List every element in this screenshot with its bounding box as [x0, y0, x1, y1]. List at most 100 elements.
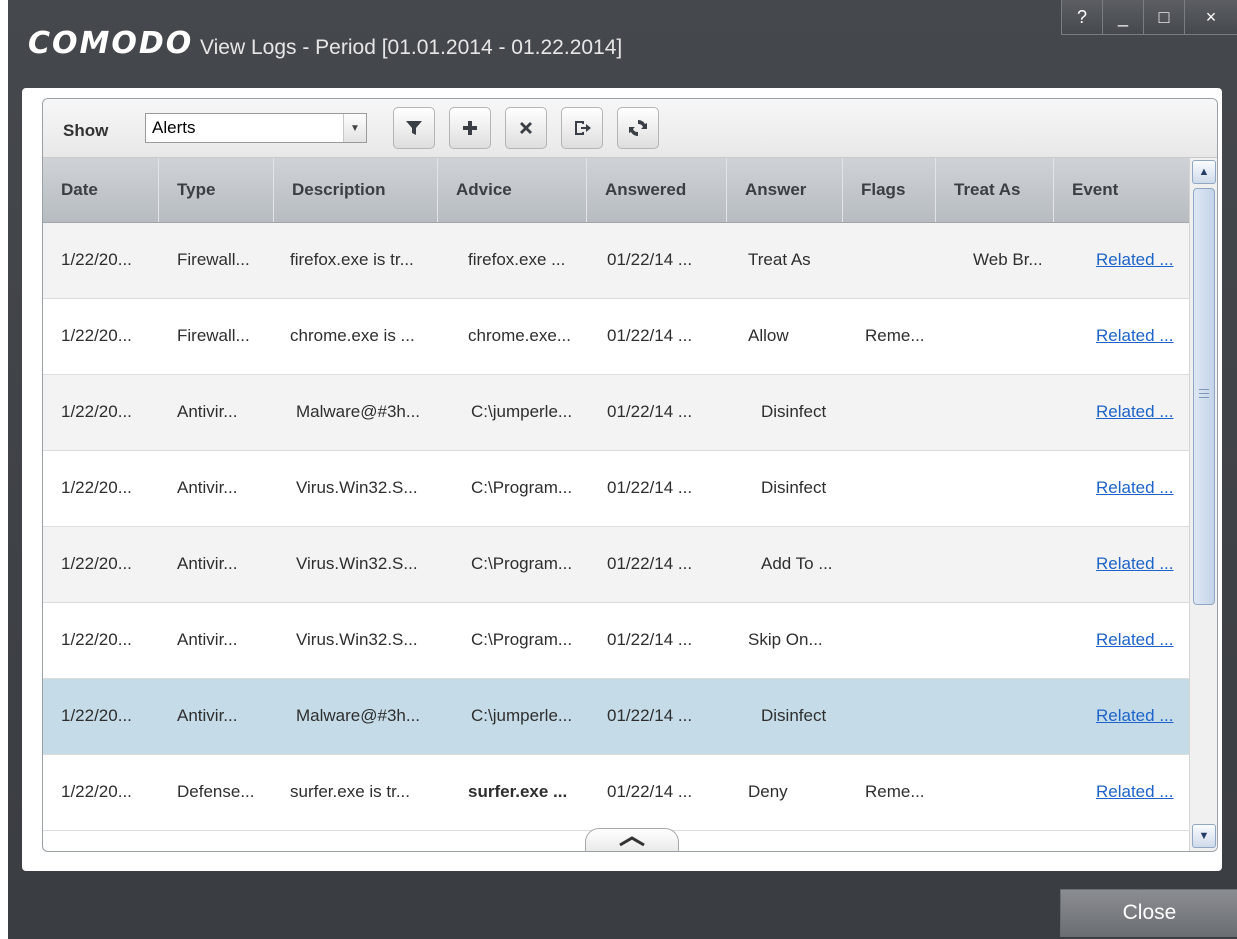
column-header-treat-as[interactable]: Treat As	[936, 158, 1054, 222]
cell-answered: 01/22/14 ...	[607, 326, 693, 345]
cell-advice: firefox.exe ...	[468, 250, 566, 269]
column-header-answered[interactable]: Answered	[587, 158, 727, 222]
related-events-link[interactable]: Related ...	[1096, 451, 1174, 525]
cell-type: Antivir...	[177, 630, 238, 649]
cell-description: chrome.exe is ...	[290, 326, 415, 345]
table-row[interactable]: 1/22/20... Antivir... Virus.Win32.S... C…	[43, 451, 1189, 527]
cell-date: 1/22/20...	[61, 326, 132, 345]
cell-answer: Treat As	[748, 250, 811, 269]
add-button[interactable]	[449, 107, 491, 149]
toolbar: Show Alerts ▼	[43, 99, 1217, 158]
log-type-value: Alerts	[152, 118, 196, 137]
delete-icon	[520, 122, 532, 134]
cell-date: 1/22/20...	[61, 250, 132, 269]
scroll-down-arrow-icon[interactable]: ▼	[1192, 824, 1216, 848]
close-button[interactable]: Close	[1060, 889, 1237, 937]
related-events-link[interactable]: Related ...	[1096, 679, 1174, 753]
cell-date: 1/22/20...	[61, 630, 132, 649]
cell-description: Virus.Win32.S...	[296, 630, 418, 649]
chevron-down-icon[interactable]: ▼	[343, 114, 366, 142]
vertical-scrollbar[interactable]: ▲ ▼	[1189, 158, 1217, 851]
column-header-description[interactable]: Description	[274, 158, 438, 222]
cell-advice: C:\Program...	[471, 630, 573, 649]
cell-answered: 01/22/14 ...	[607, 250, 693, 269]
view-logs-window: COMODO View Logs - Period [01.01.2014 - …	[8, 0, 1237, 939]
cell-advice: C:\Program...	[471, 554, 573, 573]
thumb-grip	[1199, 389, 1209, 390]
cell-flags: Reme...	[865, 326, 925, 345]
column-header-type[interactable]: Type	[159, 158, 274, 222]
expand-panel-toggle[interactable]	[585, 828, 679, 851]
cell-type: Antivir...	[177, 478, 238, 497]
refresh-icon	[629, 119, 647, 137]
cell-type: Antivir...	[177, 554, 238, 573]
related-events-link[interactable]: Related ...	[1096, 755, 1174, 829]
cell-answered: 01/22/14 ...	[607, 402, 693, 421]
close-window-button[interactable]: ×	[1184, 0, 1237, 35]
help-button[interactable]: ?	[1061, 0, 1102, 35]
scrollbar-thumb[interactable]	[1193, 188, 1215, 605]
cell-advice: C:\Program...	[471, 478, 573, 497]
cell-type: Antivir...	[177, 402, 238, 421]
cell-answered: 01/22/14 ...	[607, 782, 693, 801]
cell-advice: chrome.exe...	[468, 326, 571, 345]
cell-date: 1/22/20...	[61, 554, 132, 573]
window-title: View Logs - Period [01.01.2014 - 01.22.2…	[200, 36, 623, 59]
cell-treat-as: Web Br...	[973, 250, 1043, 269]
column-header-advice[interactable]: Advice	[438, 158, 587, 222]
maximize-button[interactable]: □	[1143, 0, 1184, 35]
delete-button[interactable]	[505, 107, 547, 149]
cell-type: Antivir...	[177, 706, 238, 725]
column-header-answer[interactable]: Answer	[727, 158, 843, 222]
add-icon	[463, 121, 477, 135]
cell-flags: Reme...	[865, 782, 925, 801]
export-icon	[575, 121, 591, 135]
cell-description: Malware@#3h...	[296, 402, 421, 421]
related-events-link[interactable]: Related ...	[1096, 375, 1174, 449]
table-header: Date Type Description Advice Answered An…	[43, 158, 1189, 223]
cell-type: Firewall...	[177, 326, 250, 345]
related-events-link[interactable]: Related ...	[1096, 299, 1174, 373]
table-row[interactable]: 1/22/20... Firewall... firefox.exe is tr…	[43, 223, 1189, 299]
refresh-button[interactable]	[617, 107, 659, 149]
window-controls: ? _ □ ×	[1061, 0, 1237, 35]
table-row-selected[interactable]: 1/22/20... Antivir... Malware@#3h... C:\…	[43, 679, 1189, 755]
cell-description: Malware@#3h...	[296, 706, 421, 725]
cell-type: Firewall...	[177, 250, 250, 269]
scroll-up-arrow-icon[interactable]: ▲	[1192, 160, 1216, 184]
related-events-link[interactable]: Related ...	[1096, 603, 1174, 677]
filter-icon	[406, 121, 422, 135]
cell-date: 1/22/20...	[61, 478, 132, 497]
related-events-link[interactable]: Related ...	[1096, 223, 1174, 297]
cell-answer: Disinfect	[761, 402, 827, 421]
table-row[interactable]: 1/22/20... Antivir... Virus.Win32.S... C…	[43, 527, 1189, 603]
table-row[interactable]: 1/22/20... Defense... surfer.exe is tr..…	[43, 755, 1189, 831]
cell-description: firefox.exe is tr...	[290, 250, 414, 269]
cell-date: 1/22/20...	[61, 782, 132, 801]
cell-advice: C:\jumperle...	[471, 706, 573, 725]
title-bar[interactable]: COMODO View Logs - Period [01.01.2014 - …	[8, 0, 1237, 88]
cell-advice: surfer.exe ...	[468, 782, 568, 801]
log-type-select[interactable]: Alerts ▼	[145, 113, 367, 143]
table-row[interactable]: 1/22/20... Antivir... Virus.Win32.S... C…	[43, 603, 1189, 679]
content-panel: Show Alerts ▼ Date Type Description Advi…	[22, 88, 1222, 871]
cell-answer: Disinfect	[761, 706, 827, 725]
minimize-button[interactable]: _	[1102, 0, 1143, 35]
cell-answered: 01/22/14 ...	[607, 706, 693, 725]
export-button[interactable]	[561, 107, 603, 149]
cell-advice: C:\jumperle...	[471, 402, 573, 421]
table-row[interactable]: 1/22/20... Firewall... chrome.exe is ...…	[43, 299, 1189, 375]
filter-button[interactable]	[393, 107, 435, 149]
cell-answer: Add To ...	[761, 554, 833, 573]
cell-answer: Disinfect	[761, 478, 827, 497]
related-events-link[interactable]: Related ...	[1096, 527, 1174, 601]
cell-answered: 01/22/14 ...	[607, 630, 693, 649]
column-header-flags[interactable]: Flags	[843, 158, 936, 222]
column-header-event[interactable]: Event	[1054, 158, 1189, 222]
table-row[interactable]: 1/22/20... Antivir... Malware@#3h... C:\…	[43, 375, 1189, 451]
column-header-date[interactable]: Date	[43, 158, 159, 222]
cell-answered: 01/22/14 ...	[607, 554, 693, 573]
show-label: Show	[63, 121, 109, 140]
cell-description: surfer.exe is tr...	[290, 782, 410, 801]
chevron-up-icon	[619, 836, 645, 847]
